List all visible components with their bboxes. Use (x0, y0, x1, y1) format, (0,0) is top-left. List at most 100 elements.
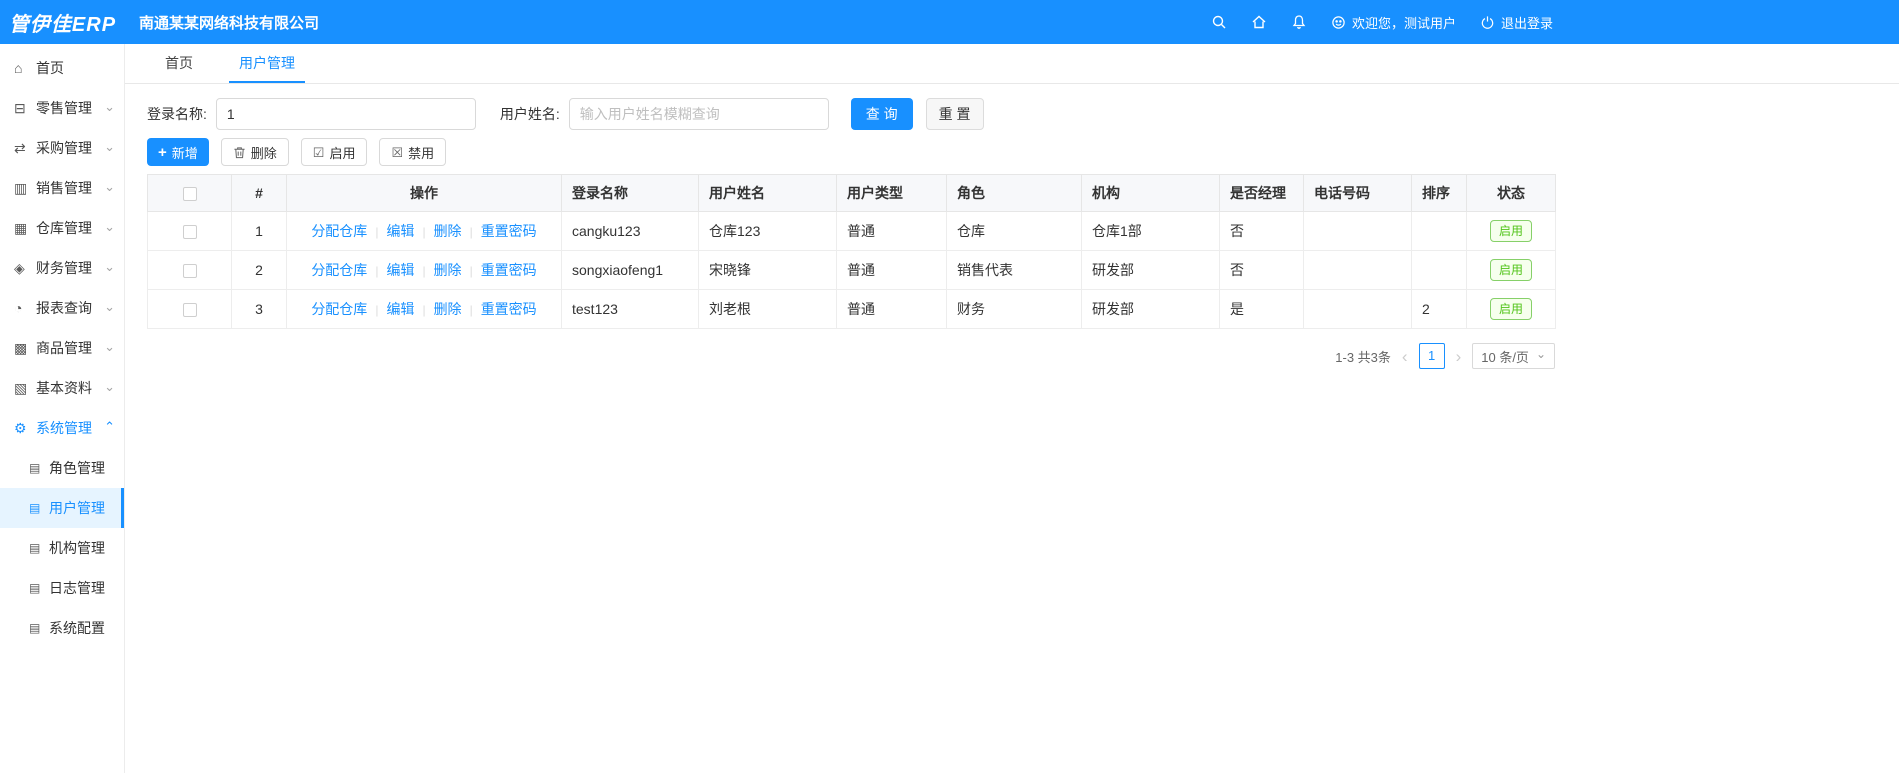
cell-status: 启用 (1466, 250, 1556, 290)
header-actions: 欢迎您，测试用户 退出登录 (1211, 13, 1553, 32)
row-checkbox[interactable] (182, 264, 197, 279)
search-icon[interactable] (1211, 14, 1227, 30)
app-logo: 管伊佳ERP (8, 13, 117, 36)
power-icon (1480, 15, 1495, 30)
tab-home[interactable]: 首页 (155, 44, 203, 83)
cell-is-manager: 否 (1219, 211, 1304, 251)
page-number-button[interactable]: 1 (1418, 343, 1445, 369)
row-checkbox[interactable] (182, 225, 197, 240)
toolbar: + 新增 删除 ☑ 启用 ☒ 禁用 (147, 138, 1899, 166)
cross-square-icon: ☒ (391, 144, 404, 160)
edit-link[interactable]: 编辑 (367, 301, 414, 317)
delete-link[interactable]: 删除 (414, 301, 461, 317)
add-button[interactable]: + 新增 (147, 138, 209, 166)
sidebar-item-role-mgmt[interactable]: ▤ 角色管理 (0, 448, 124, 488)
bell-icon[interactable] (1291, 14, 1307, 30)
reset-password-link[interactable]: 重置密码 (462, 301, 537, 317)
cell-org: 研发部 (1081, 289, 1220, 329)
app-layout: ⌂ 首页 ⊟ 零售管理 ⌄ ⇄ 采购管理 ⌄ ▥ 销售管理 ⌄ ▦ 仓库管理 ⌄… (0, 44, 1899, 773)
col-sort: 排序 (1411, 174, 1467, 212)
status-badge: 启用 (1489, 298, 1532, 320)
sidebar-item-log-mgmt[interactable]: ▤ 日志管理 (0, 568, 124, 608)
sidebar-item-label: 销售管理 (36, 180, 92, 196)
select-all-checkbox[interactable] (182, 187, 197, 202)
chevron-down-icon: ⌄ (104, 98, 115, 114)
delete-button[interactable]: 删除 (220, 138, 289, 166)
logout-text: 退出登录 (1500, 15, 1553, 31)
cell-user-type: 普通 (836, 250, 947, 290)
sidebar-item-system[interactable]: ⚙ 系统管理 ⌃ (0, 408, 124, 448)
reset-password-link[interactable]: 重置密码 (462, 262, 537, 278)
row-checkbox[interactable] (182, 303, 197, 318)
sidebar-item-sales[interactable]: ▥ 销售管理 ⌄ (0, 168, 124, 208)
tab-user-mgmt[interactable]: 用户管理 (229, 44, 305, 83)
col-role: 角色 (946, 174, 1082, 212)
sidebar-item-reports[interactable]: ◔ 报表查询 ⌄ (0, 288, 124, 328)
finance-icon: ◈ (14, 259, 25, 276)
sidebar-item-label: 系统配置 (49, 620, 105, 636)
sidebar: ⌂ 首页 ⊟ 零售管理 ⌄ ⇄ 采购管理 ⌄ ▥ 销售管理 ⌄ ▦ 仓库管理 ⌄… (0, 44, 125, 773)
sidebar-item-purchase[interactable]: ⇄ 采购管理 ⌄ (0, 128, 124, 168)
search-button[interactable]: 查 询 (850, 98, 913, 130)
cell-index: 3 (231, 289, 287, 329)
disable-button[interactable]: ☒ 禁用 (379, 138, 447, 166)
cell-is-manager: 是 (1219, 289, 1304, 329)
sidebar-item-finance[interactable]: ◈ 财务管理 ⌄ (0, 248, 124, 288)
home-icon[interactable] (1251, 14, 1267, 30)
assign-warehouse-link[interactable]: 分配仓库 (311, 223, 367, 239)
login-name-label: 登录名称: (147, 106, 207, 122)
app-header: 管伊佳ERP 南通某某网络科技有限公司 欢迎您，测试用户 退出登录 (0, 0, 1899, 44)
edit-link[interactable]: 编辑 (367, 223, 414, 239)
sidebar-item-basic-data[interactable]: ▧ 基本资料 ⌄ (0, 368, 124, 408)
chevron-down-icon: ⌄ (104, 378, 115, 394)
plus-icon: + (158, 143, 167, 161)
login-name-input[interactable] (215, 98, 476, 130)
next-page-button[interactable]: › (1454, 348, 1464, 365)
delete-link[interactable]: 删除 (414, 262, 461, 278)
sidebar-item-org-mgmt[interactable]: ▤ 机构管理 (0, 528, 124, 568)
chevron-down-icon: ⌄ (104, 338, 115, 354)
cell-sort (1411, 211, 1467, 251)
cell-actions: 分配仓库编辑删除重置密码 (286, 289, 562, 329)
cell-org: 研发部 (1081, 250, 1220, 290)
edit-link[interactable]: 编辑 (367, 262, 414, 278)
welcome-user[interactable]: 欢迎您，测试用户 (1331, 13, 1456, 32)
enable-button-label: 启用 (329, 145, 356, 161)
reset-button[interactable]: 重 置 (925, 98, 984, 130)
trash-icon (233, 146, 246, 159)
logout-button[interactable]: 退出登录 (1480, 13, 1553, 32)
status-badge: 启用 (1489, 220, 1532, 242)
user-name-input[interactable] (568, 98, 829, 130)
welcome-text: 欢迎您，测试用户 (1351, 15, 1456, 31)
assign-warehouse-link[interactable]: 分配仓库 (311, 262, 367, 278)
caret-down-icon: ⌄ (1535, 347, 1546, 361)
assign-warehouse-link[interactable]: 分配仓库 (311, 301, 367, 317)
chevron-down-icon: ⌄ (104, 258, 115, 274)
cell-status: 启用 (1466, 289, 1556, 329)
doc-icon: ▤ (29, 501, 41, 515)
sidebar-item-label: 报表查询 (36, 300, 92, 316)
sidebar-item-goods[interactable]: ▩ 商品管理 ⌄ (0, 328, 124, 368)
retail-icon: ⊟ (14, 99, 26, 116)
sidebar-item-warehouse[interactable]: ▦ 仓库管理 ⌄ (0, 208, 124, 248)
prev-page-button[interactable]: ‹ (1400, 348, 1410, 365)
sidebar-item-user-mgmt[interactable]: ▤ 用户管理 (0, 488, 124, 528)
page-size-select[interactable]: 10 条/页 ⌄ (1472, 343, 1555, 369)
delete-link[interactable]: 删除 (414, 223, 461, 239)
add-button-label: 新增 (171, 145, 198, 161)
sidebar-item-retail[interactable]: ⊟ 零售管理 ⌄ (0, 88, 124, 128)
sidebar-item-label: 零售管理 (36, 100, 92, 116)
enable-button[interactable]: ☑ 启用 (300, 138, 368, 166)
sidebar-item-system-config[interactable]: ▤ 系统配置 (0, 608, 124, 648)
chevron-down-icon: ⌄ (104, 178, 115, 194)
smile-icon (1331, 15, 1346, 30)
reset-password-link[interactable]: 重置密码 (462, 223, 537, 239)
sidebar-item-label: 商品管理 (36, 340, 92, 356)
sidebar-item-home[interactable]: ⌂ 首页 (0, 48, 124, 88)
sidebar-item-label: 用户管理 (49, 500, 105, 516)
cell-role: 财务 (946, 289, 1082, 329)
main-area: 首页 用户管理 登录名称: 用户姓名: 查 询 重 置 + 新增 (125, 44, 1899, 773)
table-row: 2 分配仓库编辑删除重置密码 songxiaofeng1 宋晓锋 普通 销售代表… (147, 250, 1556, 290)
tab-bar: 首页 用户管理 (125, 44, 1899, 84)
page-size-value: 10 条/页 (1481, 349, 1529, 365)
